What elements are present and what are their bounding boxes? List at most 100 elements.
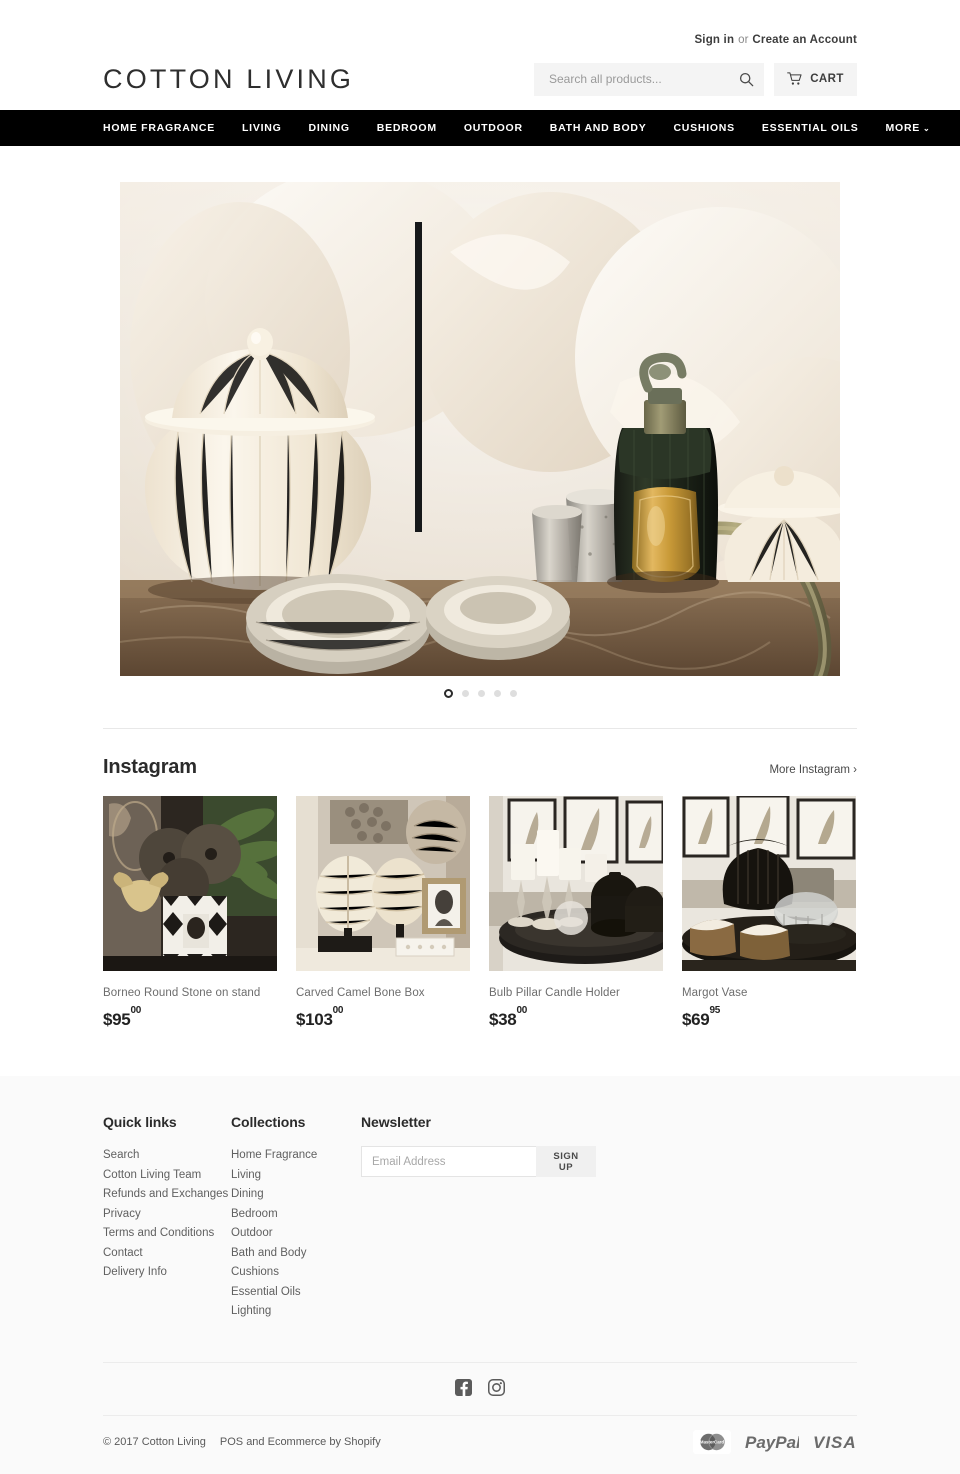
svg-text:PayPal: PayPal — [745, 1433, 799, 1452]
nav-item-outdoor[interactable]: OUTDOOR — [464, 122, 537, 134]
price-cents: 00 — [332, 1004, 344, 1016]
cart-button[interactable]: CART — [774, 62, 857, 96]
hero-slide-image[interactable] — [120, 182, 840, 676]
quick-link-delivery-info[interactable]: Delivery Info — [103, 1263, 231, 1282]
nav-item-essential-oils[interactable]: ESSENTIAL OILS — [762, 122, 873, 134]
quick-link-terms-and-conditions[interactable]: Terms and Conditions — [103, 1224, 231, 1243]
product-price: $10300 — [296, 1005, 470, 1030]
paypal-icon: PayPal — [745, 1433, 799, 1452]
search-icon — [739, 72, 754, 86]
quick-link-cotton-living-team[interactable]: Cotton Living Team — [103, 1166, 231, 1185]
nav-item-label: DINING — [308, 122, 350, 134]
nav-item-living[interactable]: LIVING — [242, 122, 296, 134]
product-title[interactable]: Carved Camel Bone Box — [296, 987, 470, 999]
price-dollars: $95 — [103, 1010, 131, 1029]
collection-link-home-fragrance[interactable]: Home Fragrance — [231, 1146, 361, 1165]
utility-or-text: or — [738, 34, 749, 46]
instagram-link[interactable] — [488, 1378, 505, 1401]
footer-collections: Collections Home Fragrance Living Dining Be… — [231, 1114, 361, 1322]
footer-social-links — [103, 1361, 857, 1415]
product-card[interactable]: Bulb Pillar Candle Holder $3800 — [489, 796, 663, 1030]
search-submit-button[interactable] — [739, 72, 754, 87]
collection-link-bedroom[interactable]: Bedroom — [231, 1205, 361, 1224]
product-image[interactable] — [682, 796, 856, 971]
collection-link-outdoor[interactable]: Outdoor — [231, 1224, 361, 1243]
collection-link-lighting[interactable]: Lighting — [231, 1302, 361, 1321]
sign-in-link[interactable]: Sign in — [694, 34, 734, 46]
product-card[interactable]: Borneo Round Stone on stand $9500 — [103, 796, 277, 1030]
nav-item-bath-and-body[interactable]: BATH AND BODY — [550, 122, 661, 134]
price-dollars: $103 — [296, 1010, 333, 1029]
nav-item-label: MORE — [885, 122, 921, 134]
product-image[interactable] — [489, 796, 663, 971]
price-cents: 00 — [516, 1004, 527, 1016]
search-input[interactable] — [547, 71, 739, 87]
quick-link-search[interactable]: Search — [103, 1146, 231, 1165]
collections-heading: Collections — [231, 1114, 306, 1130]
product-image[interactable] — [296, 796, 470, 971]
collection-link-dining[interactable]: Dining — [231, 1185, 361, 1204]
facebook-icon — [455, 1378, 472, 1396]
footer-quick-links: Quick links Search Cotton Living Team Refu… — [103, 1114, 231, 1322]
product-price: $3800 — [489, 1005, 663, 1030]
slideshow-dot-1[interactable] — [443, 689, 453, 698]
visa-icon: VISA — [813, 1433, 857, 1452]
newsletter-signup-button[interactable]: SIGN UP — [536, 1146, 596, 1177]
create-account-link[interactable]: Create an Account — [752, 34, 857, 46]
nav-item-home-fragrance[interactable]: HOME FRAGRANCE — [103, 122, 229, 134]
site-header: COTTON LIVING CART — [0, 48, 960, 110]
slideshow-dot-5[interactable] — [509, 690, 517, 697]
nav-item-label: ESSENTIAL OILS — [761, 122, 859, 134]
payment-methods: MasterCard PayPal VISA — [693, 1429, 857, 1454]
nav-item-more[interactable]: MORE ⌄ — [886, 122, 931, 134]
nav-item-label: BATH AND BODY — [549, 122, 647, 134]
nav-item-label: HOME FRAGRANCE — [103, 122, 215, 134]
quick-link-contact[interactable]: Contact — [103, 1244, 231, 1263]
product-title[interactable]: Margot Vase — [682, 987, 856, 999]
price-dollars: $69 — [682, 1010, 710, 1029]
instagram-section: Instagram More Instagram › Borneo Round … — [0, 698, 960, 1030]
nav-item-label: OUTDOOR — [463, 122, 523, 134]
nav-item-dining[interactable]: DINING — [309, 122, 364, 134]
shopify-link[interactable]: POS and Ecommerce by Shopify — [220, 1436, 381, 1448]
product-card[interactable]: Margot Vase $6995 — [682, 796, 856, 1030]
collection-link-living[interactable]: Living — [231, 1166, 361, 1185]
slideshow-dot-3[interactable] — [477, 690, 485, 697]
site-footer: Quick links Search Cotton Living Team Refu… — [0, 1076, 960, 1474]
nav-item-label: LIVING — [242, 122, 282, 134]
slideshow-dots[interactable] — [120, 689, 840, 698]
product-title[interactable]: Borneo Round Stone on stand — [103, 987, 277, 999]
mastercard-icon: MasterCard — [693, 1429, 731, 1454]
svg-text:VISA: VISA — [813, 1433, 857, 1452]
facebook-link[interactable] — [455, 1378, 472, 1401]
site-logo[interactable]: COTTON LIVING — [103, 64, 354, 95]
nav-item-label: BEDROOM — [376, 122, 437, 134]
collection-link-essential-oils[interactable]: Essential Oils — [231, 1283, 361, 1302]
collection-link-bath-and-body[interactable]: Bath and Body — [231, 1244, 361, 1263]
instagram-heading: Instagram — [103, 756, 197, 778]
product-card[interactable]: Carved Camel Bone Box $10300 — [296, 796, 470, 1030]
collection-link-cushions[interactable]: Cushions — [231, 1263, 361, 1282]
newsletter-form[interactable]: SIGN UP — [361, 1146, 596, 1177]
slideshow-dot-4[interactable] — [493, 690, 501, 697]
main-navigation: HOME FRAGRANCE LIVING DINING BEDROOM OUTDOOR… — [0, 110, 960, 146]
quick-link-privacy[interactable]: Privacy — [103, 1205, 231, 1224]
product-title[interactable]: Bulb Pillar Candle Holder — [489, 987, 663, 999]
svg-text:MasterCard: MasterCard — [700, 1439, 724, 1444]
hero-slideshow-section — [0, 146, 960, 698]
newsletter-email-input[interactable] — [361, 1146, 536, 1177]
footer-newsletter: Newsletter SIGN UP — [361, 1114, 857, 1322]
price-dollars: $38 — [489, 1010, 517, 1029]
product-price: $6995 — [682, 1005, 856, 1030]
slideshow-dot-2[interactable] — [461, 690, 469, 697]
search-form[interactable] — [534, 62, 764, 96]
nav-item-bedroom[interactable]: BEDROOM — [377, 122, 451, 134]
cart-label: CART — [810, 73, 844, 85]
product-image[interactable] — [103, 796, 277, 971]
product-price: $9500 — [103, 1005, 277, 1030]
nav-item-cushions[interactable]: CUSHIONS — [673, 122, 748, 134]
shopping-cart-icon — [787, 72, 802, 85]
more-instagram-link[interactable]: More Instagram › — [769, 764, 857, 776]
quick-link-refunds-and-exchanges[interactable]: Refunds and Exchanges — [103, 1185, 231, 1204]
hero-image-illustration — [120, 182, 840, 676]
